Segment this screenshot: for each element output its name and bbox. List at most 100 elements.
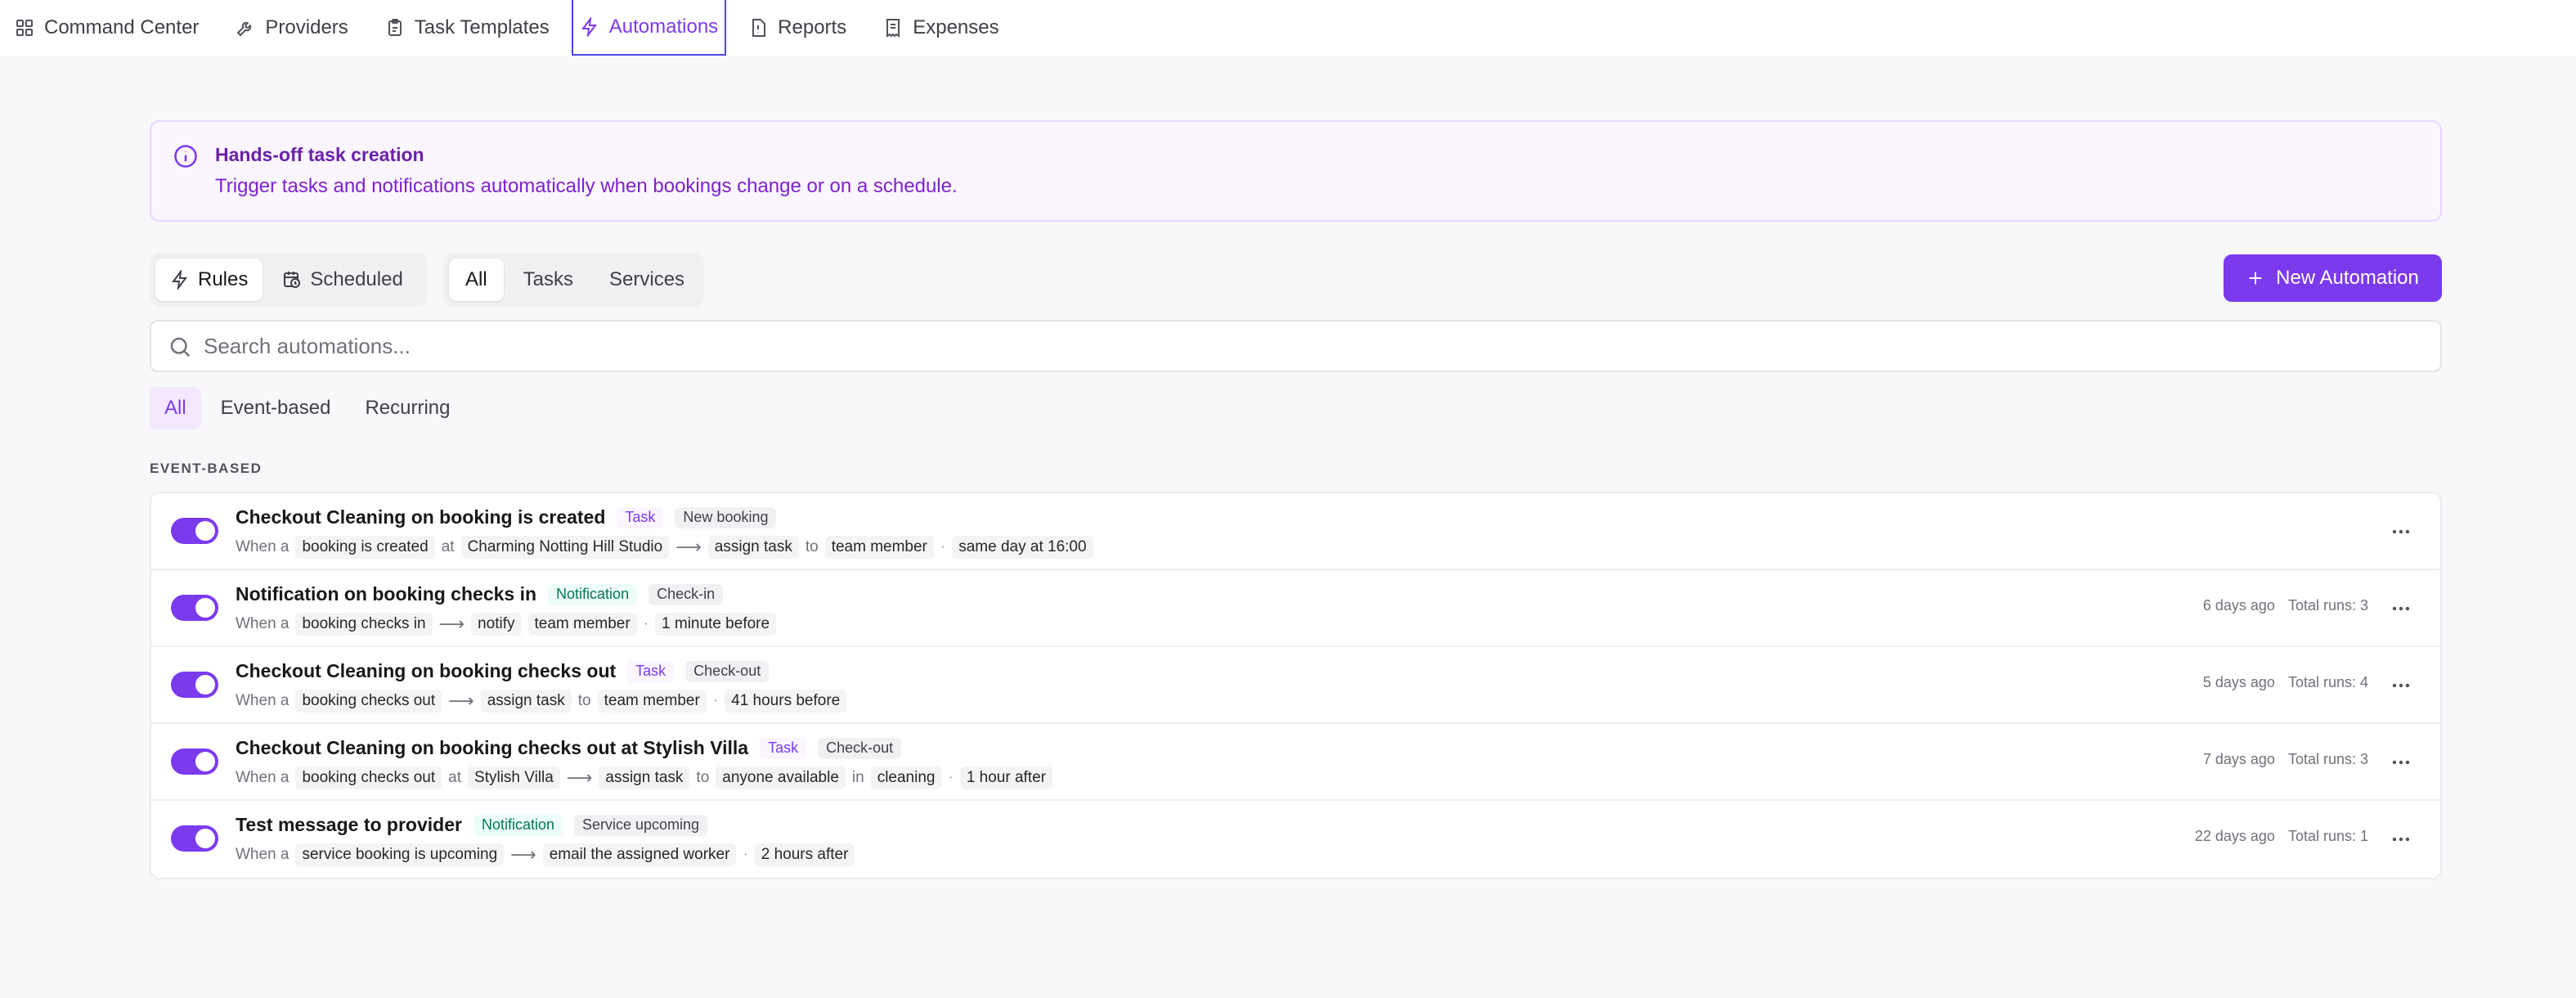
target-chip: team member	[527, 613, 637, 636]
run-meta: 6 days ago Total runs: 3	[2203, 597, 2368, 614]
filter-event-based[interactable]: Event-based	[206, 387, 346, 429]
enable-toggle[interactable]	[171, 825, 218, 852]
automation-row[interactable]: Test message to provider Notification Se…	[151, 801, 2440, 878]
mode-tabs: Rules Scheduled	[150, 253, 427, 307]
automation-name: Checkout Cleaning on booking is created	[236, 506, 606, 528]
receipt-icon	[886, 19, 900, 38]
nav-reports[interactable]: Reports	[734, 0, 861, 56]
search-icon	[170, 337, 191, 357]
nav-expenses[interactable]: Expenses	[868, 0, 1013, 56]
run-meta: 5 days ago Total runs: 4	[2203, 674, 2368, 691]
tab-label: All	[465, 268, 487, 290]
event-chip: booking checks out	[295, 766, 442, 789]
automation-row[interactable]: Checkout Cleaning on booking is created …	[151, 493, 2440, 570]
timing-chip: 1 minute before	[655, 613, 777, 636]
run-meta: 7 days ago Total runs: 3	[2203, 751, 2368, 768]
main-content: Hands-off task creation Trigger tasks an…	[150, 120, 2442, 879]
more-options-icon[interactable]	[2391, 753, 2411, 771]
to-label: to	[805, 538, 819, 555]
banner-description: Trigger tasks and notifications automati…	[215, 175, 958, 197]
total-runs: Total runs: 3	[2287, 751, 2368, 767]
plus-icon	[2249, 272, 2262, 285]
tab-label: Rules	[198, 268, 249, 290]
automation-row[interactable]: Checkout Cleaning on booking checks out …	[151, 647, 2440, 724]
row-header: Checkout Cleaning on booking is created …	[236, 506, 777, 528]
toggle-knob	[195, 521, 215, 541]
separator-dot: ·	[643, 615, 649, 632]
more-options-icon[interactable]	[2391, 830, 2411, 848]
type-tag: Notification	[548, 583, 638, 605]
tab-label: Tasks	[523, 268, 574, 290]
separator-dot: ·	[948, 769, 954, 786]
search-input[interactable]	[204, 328, 2330, 364]
in-label: in	[851, 769, 864, 786]
separator-dot: ·	[940, 538, 946, 555]
arrow-icon: ⟶	[566, 767, 593, 788]
banner-title: Hands-off task creation	[215, 144, 424, 165]
action-chip: email the assigned worker	[542, 843, 737, 866]
report-icon	[752, 19, 766, 37]
last-run: 5 days ago	[2202, 674, 2275, 690]
trigger-tag: Check-in	[648, 583, 724, 605]
automation-row[interactable]: Checkout Cleaning on booking checks out …	[151, 724, 2440, 801]
top-nav: Command Center Providers Task Templates …	[0, 0, 2576, 56]
last-run: 22 days ago	[2194, 828, 2275, 844]
action-chip: notify	[471, 613, 522, 636]
toggle-knob	[195, 829, 215, 848]
rule-summary: When a booking checks out ⟶ assign task …	[236, 690, 847, 713]
filter-pills: All Event-based Recurring	[150, 387, 2442, 429]
event-chip: service booking is upcoming	[295, 843, 505, 866]
tab-label: Services	[609, 268, 685, 290]
enable-toggle[interactable]	[171, 518, 218, 544]
automation-row[interactable]: Notification on booking checks in Notifi…	[151, 570, 2440, 647]
when-label: When a	[236, 769, 289, 786]
filter-recurring[interactable]: Recurring	[350, 387, 464, 429]
nav-automations[interactable]: Automations	[571, 0, 727, 56]
nav-providers[interactable]: Providers	[221, 0, 362, 56]
more-options-icon[interactable]	[2391, 677, 2411, 695]
info-icon	[174, 145, 197, 168]
nav-label: Command Center	[44, 16, 200, 38]
property-chip: Charming Notting Hill Studio	[460, 536, 670, 559]
tab-label: Scheduled	[310, 268, 403, 290]
rule-summary: When a service booking is upcoming ⟶ ema…	[236, 843, 855, 866]
trigger-tag: Check-out	[818, 737, 902, 759]
search-box	[150, 320, 2442, 372]
row-header: Notification on booking checks in Notifi…	[236, 583, 724, 605]
tab-services[interactable]: Services	[593, 258, 701, 301]
tab-rules[interactable]: Rules	[155, 258, 263, 301]
enable-toggle[interactable]	[171, 595, 218, 621]
row-header: Test message to provider Notification Se…	[236, 814, 708, 836]
trigger-tag: New booking	[675, 506, 777, 528]
tab-tasks[interactable]: Tasks	[507, 258, 590, 301]
new-automation-label: New Automation	[2276, 267, 2419, 289]
tab-all[interactable]: All	[449, 258, 504, 301]
clipboard-icon	[388, 19, 402, 36]
last-run: 7 days ago	[2202, 751, 2275, 767]
property-chip: Stylish Villa	[468, 766, 560, 789]
tab-scheduled[interactable]: Scheduled	[266, 258, 419, 301]
timing-chip: 1 hour after	[959, 766, 1052, 789]
nav-command-center[interactable]: Command Center	[0, 0, 213, 56]
more-options-icon[interactable]	[2391, 600, 2411, 618]
last-run: 6 days ago	[2202, 597, 2275, 614]
when-label: When a	[236, 846, 289, 863]
calendar-clock-icon	[284, 272, 301, 288]
arrow-icon: ⟶	[510, 844, 536, 865]
new-automation-button[interactable]: New Automation	[2224, 254, 2442, 302]
target-chip: team member	[597, 690, 707, 713]
enable-toggle[interactable]	[171, 748, 218, 775]
row-header: Checkout Cleaning on booking checks out …	[236, 660, 770, 682]
automation-name: Test message to provider	[236, 814, 462, 835]
to-label: to	[577, 692, 591, 709]
info-banner: Hands-off task creation Trigger tasks an…	[150, 120, 2442, 222]
arrow-icon: ⟶	[438, 614, 465, 634]
enable-toggle[interactable]	[171, 672, 218, 698]
total-runs: Total runs: 4	[2287, 674, 2368, 690]
filter-all[interactable]: All	[150, 387, 201, 429]
nav-label: Task Templates	[414, 16, 550, 38]
more-options-icon[interactable]	[2391, 523, 2411, 541]
nav-task-templates[interactable]: Task Templates	[370, 0, 564, 56]
type-tag: Task	[760, 737, 807, 759]
timing-chip: 2 hours after	[754, 843, 855, 866]
